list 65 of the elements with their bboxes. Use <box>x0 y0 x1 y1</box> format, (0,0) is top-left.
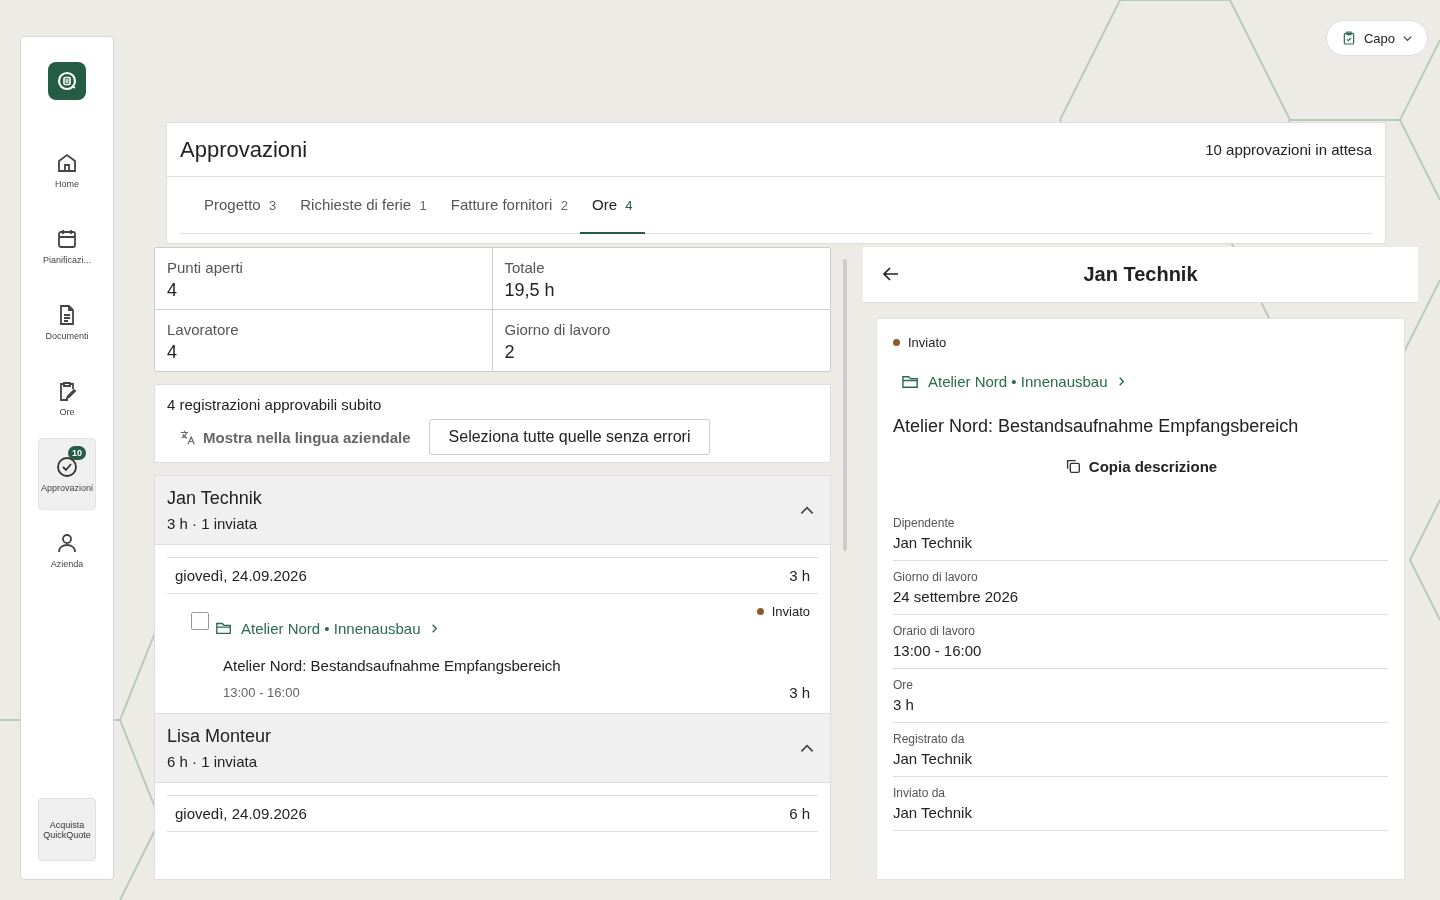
day-total: 3 h <box>789 567 810 584</box>
stat-value: 4 <box>167 280 178 301</box>
entry-description: Atelier Nord: Bestandsaufnahme Empfangsbereich <box>893 416 1300 437</box>
role-dropdown[interactable]: Capo <box>1325 20 1428 56</box>
approvable-summary: 4 registrazioni approvabili subito <box>167 396 383 413</box>
buy-button[interactable]: Acquista QuickQuote <box>38 798 96 861</box>
field-value: Jan Technik <box>893 534 973 551</box>
person-icon <box>55 531 79 555</box>
project-link[interactable]: Atelier Nord • Innenausbau <box>215 619 440 637</box>
group-header[interactable]: Jan Technik 3 h · 1 inviata <box>155 476 830 545</box>
field-label: Registrato da <box>893 732 966 746</box>
entry-hours: 3 h <box>789 684 810 701</box>
worker-summary: 6 h · 1 inviata <box>167 753 259 770</box>
worker-name: Lisa Monteur <box>167 726 272 747</box>
tab[interactable]: Richieste di ferie 1 <box>288 177 439 234</box>
nav-item[interactable]: Pianificazi... <box>38 210 96 282</box>
day-date: giovedì, 24.09.2026 <box>175 567 307 584</box>
status-label: Inviato <box>908 335 947 350</box>
field-value: 24 settembre 2026 <box>893 588 1020 605</box>
worker-name: Jan Technik <box>167 488 262 509</box>
select-all-button[interactable]: Seleziona tutte quelle senza errori <box>428 419 711 455</box>
day-total: 6 h <box>789 805 810 822</box>
detail-title: Jan Technik <box>1083 263 1198 286</box>
translate-icon <box>179 428 197 446</box>
field-value: Jan Technik <box>893 750 973 767</box>
home-icon <box>55 151 79 175</box>
field-value: 3 h <box>893 696 915 713</box>
field-label: Ore <box>893 678 914 692</box>
field-label: Inviato da <box>893 786 947 800</box>
tab[interactable]: Fatture fornitori 2 <box>438 177 580 234</box>
pending-count: 10 approvazioni in attesa <box>1205 141 1372 158</box>
copy-description-button[interactable]: Copia descrizione <box>1063 457 1218 475</box>
stat-label: Totale <box>504 259 546 276</box>
stat-value: 4 <box>167 342 178 363</box>
stat-label: Lavoratore <box>167 321 240 338</box>
entry-time: 13:00 - 16:00 <box>223 685 300 700</box>
tab[interactable]: Ore 4 <box>580 177 645 234</box>
nav-item[interactable]: Azienda <box>38 514 96 586</box>
group-header[interactable]: Lisa Monteur 6 h · 1 inviata <box>155 714 830 783</box>
count-badge: 10 <box>68 446 86 460</box>
stat-label: Giorno di lavoro <box>504 321 612 338</box>
field-label: Orario di lavoro <box>893 624 977 638</box>
field-value: Jan Technik <box>893 804 973 821</box>
entry-checkbox[interactable] <box>191 612 209 630</box>
field-label: Dipendente <box>893 516 956 530</box>
stat-value: 19,5 h <box>504 280 556 301</box>
app-logo-icon[interactable] <box>48 62 86 100</box>
status-label: Inviato <box>771 604 810 619</box>
calendar-icon <box>55 227 79 251</box>
translate-button[interactable]: Mostra nella lingua aziendale <box>179 428 411 446</box>
project-link[interactable]: Atelier Nord • Innenausbau <box>901 372 1127 391</box>
entry-description: Atelier Nord: Bestandsaufnahme Empfangsbereich <box>222 657 562 674</box>
worker-summary: 3 h · 1 inviata <box>167 515 259 532</box>
page-title: Approvazioni <box>180 136 308 163</box>
field-value: 13:00 - 16:00 <box>893 642 983 659</box>
tab[interactable]: Progetto 3 <box>192 177 289 234</box>
nav-item[interactable]: Documenti <box>38 286 96 358</box>
nav-item[interactable]: Home <box>38 134 96 206</box>
stat-label: Punti aperti <box>167 259 244 276</box>
field-label: Giorno di lavoro <box>893 570 979 584</box>
nav-item[interactable]: Ore <box>38 362 96 434</box>
check-circle-icon <box>55 455 79 479</box>
day-date: giovedì, 24.09.2026 <box>175 805 307 822</box>
nav-item[interactable]: 10 Approvazioni <box>38 438 96 510</box>
stat-value: 2 <box>504 342 516 363</box>
